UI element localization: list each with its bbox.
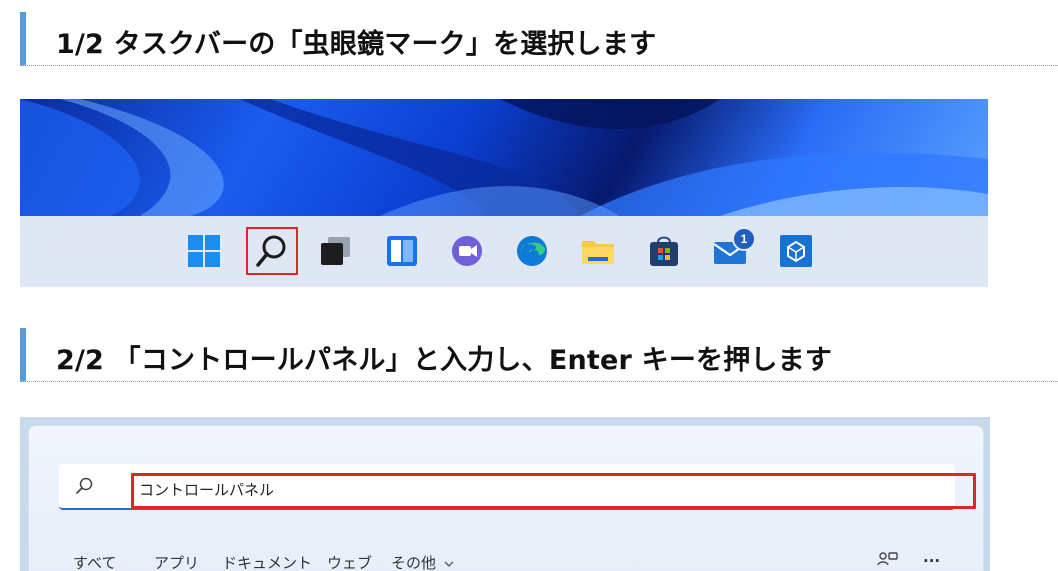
tab-all[interactable]: すべて [73,552,116,571]
teams-chat-icon[interactable] [449,233,485,269]
taskbar-screenshot: 1 [20,99,988,287]
search-panel-screenshot: コントロールパネル すべて アプリ ドキュメント ウェブ その他 ··· [20,417,990,571]
azure-app-icon[interactable] [778,233,814,269]
tab-more[interactable]: その他 [391,552,454,571]
search-icon [76,477,93,494]
mail-badge: 1 [732,227,756,251]
task-view-icon[interactable] [318,233,354,269]
tab-more-label: その他 [391,554,437,571]
search-highlight-box [246,227,298,275]
chevron-down-icon [444,561,454,567]
step-2-heading-text: 2/2 「コントロールパネル」と入力し、Enter キーを押します [56,345,833,376]
step-1-heading-text: 1/2 タスクバーの「虫眼鏡マーク」を選択します [56,29,657,60]
tab-web[interactable]: ウェブ [327,552,372,571]
more-options-button[interactable]: ··· [923,552,940,570]
edge-icon[interactable] [514,233,550,269]
tab-apps[interactable]: アプリ [154,552,199,571]
account-switch-icon[interactable] [877,550,899,570]
search-panel: コントロールパネル すべて アプリ ドキュメント ウェブ その他 ··· [28,425,984,571]
step-2-heading: 2/2 「コントロールパネル」と入力し、Enter キーを押します [20,328,1058,382]
microsoft-store-icon[interactable] [646,233,682,269]
search-input-value: コントロールパネル [139,481,275,499]
file-explorer-icon[interactable] [580,233,616,269]
taskbar: 1 [20,216,988,287]
tab-documents[interactable]: ドキュメント [222,552,312,571]
windows-start-icon[interactable] [186,233,222,269]
search-input[interactable]: コントロールパネル [59,464,976,510]
step-1-heading: 1/2 タスクバーの「虫眼鏡マーク」を選択します [20,12,1058,66]
wallpaper [20,99,988,216]
widgets-icon[interactable] [384,233,420,269]
